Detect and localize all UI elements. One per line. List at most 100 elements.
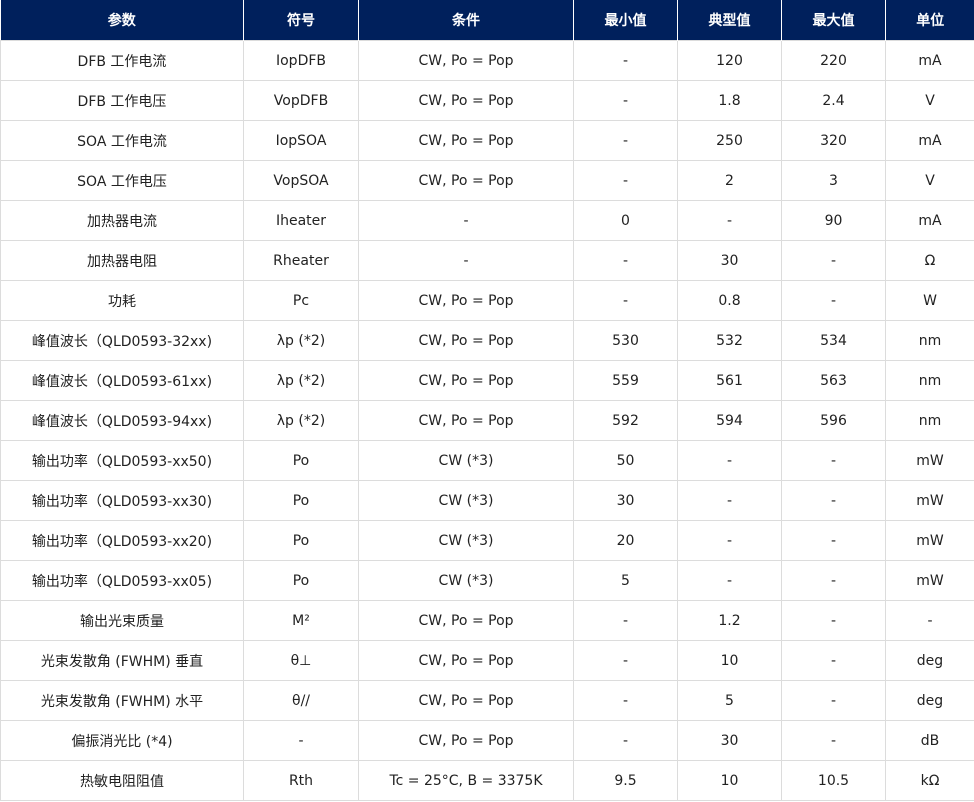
cell-condition: CW, Po = Pop [358,120,574,161]
cell-symbol: θ⊥ [243,640,359,681]
cell-max: - [781,640,886,681]
cell-max: - [781,520,886,561]
cell-max: 320 [781,120,886,161]
cell-parameter: SOA 工作电流 [0,120,244,161]
cell-min: - [573,280,678,321]
cell-condition: CW (*3) [358,560,574,601]
cell-symbol: λp (*2) [243,400,359,441]
cell-unit: mW [885,520,974,561]
cell-unit: Ω [885,240,974,281]
cell-typ: 594 [677,400,782,441]
cell-typ: - [677,480,782,521]
cell-typ: 250 [677,120,782,161]
table-row: 偏振消光比 (*4) - CW, Po = Pop -30- dB [0,720,974,761]
table-row: 光束发散角 (FWHM) 水平 θ//CW, Po = Pop -5- deg [0,680,974,721]
column-header-typ: 典型值 [677,0,782,41]
cell-min: - [573,80,678,121]
table-row: 输出光束质量 M² CW, Po = Pop -1.2- - [0,600,974,641]
cell-min: - [573,680,678,721]
cell-min: - [573,40,678,81]
table-body: DFB 工作电流 IopDFB CW, Po = Pop -120 220 mA DFB 工… [0,40,974,801]
cell-unit: mW [885,440,974,481]
table-row: SOA 工作电压 VopSOA CW, Po = Pop -2 3 V [0,160,974,201]
cell-unit: - [885,600,974,641]
cell-max: - [781,680,886,721]
cell-typ: 561 [677,360,782,401]
table-header-row: 参数 符号 条件 最小值 典型值 最大值 单位 [0,0,974,41]
cell-symbol: - [243,720,359,761]
cell-min: 592 [573,400,678,441]
cell-min: - [573,640,678,681]
column-header-min: 最小值 [573,0,678,41]
cell-condition: CW, Po = Pop [358,360,574,401]
cell-min: 50 [573,440,678,481]
cell-symbol: VopSOA [243,160,359,201]
table-row: 功耗 Pc CW, Po = Pop -0.8- W [0,280,974,321]
cell-condition: CW, Po = Pop [358,40,574,81]
cell-symbol: Po [243,440,359,481]
cell-typ: 120 [677,40,782,81]
cell-typ: 10 [677,640,782,681]
table-row: 输出功率（QLD0593-xx30) Po CW (*3) 30- - mW [0,480,974,521]
table-row: 输出功率（QLD0593-xx50) Po CW (*3) 50- - mW [0,440,974,481]
table-row: 输出功率（QLD0593-xx05) Po CW (*3) 5- - mW [0,560,974,601]
cell-condition: Tc = 25°C, B = 3375K [358,760,574,801]
cell-symbol: λp (*2) [243,360,359,401]
column-header-condition: 条件 [358,0,574,41]
spec-table: 参数 符号 条件 最小值 典型值 最大值 单位 DFB 工作电流 IopDFB CW, Po =… [0,0,974,801]
cell-symbol: IopDFB [243,40,359,81]
cell-min: 559 [573,360,678,401]
table-row: 热敏电阻阻值 Rth Tc = 25°C, B = 3375K 9.5 10 10.5 kΩ [0,760,974,801]
cell-parameter: 输出功率（QLD0593-xx50) [0,440,244,481]
cell-min: 20 [573,520,678,561]
cell-unit: nm [885,400,974,441]
cell-condition: - [358,240,574,281]
table-row: 输出功率（QLD0593-xx20) Po CW (*3) 20- - mW [0,520,974,561]
cell-typ: 10 [677,760,782,801]
cell-parameter: 输出功率（QLD0593-xx20) [0,520,244,561]
cell-min: 30 [573,480,678,521]
cell-condition: CW, Po = Pop [358,600,574,641]
cell-parameter: 加热器电阻 [0,240,244,281]
cell-max: 563 [781,360,886,401]
cell-typ: 0.8 [677,280,782,321]
cell-unit: V [885,80,974,121]
cell-symbol: Pc [243,280,359,321]
cell-max: - [781,240,886,281]
cell-typ: 30 [677,240,782,281]
cell-parameter: 峰值波长（QLD0593-61xx) [0,360,244,401]
cell-min: 0 [573,200,678,241]
cell-symbol: M² [243,600,359,641]
column-header-unit: 单位 [885,0,974,41]
cell-max: - [781,600,886,641]
column-header-max: 最大值 [781,0,886,41]
table-row: DFB 工作电压 VopDFB CW, Po = Pop -1.8 2.4 V [0,80,974,121]
cell-condition: CW, Po = Pop [358,680,574,721]
cell-unit: deg [885,640,974,681]
cell-unit: mA [885,40,974,81]
table-row: 峰值波长（QLD0593-94xx) λp (*2) CW, Po = Pop 592… [0,400,974,441]
cell-symbol: θ// [243,680,359,721]
column-header-parameter: 参数 [0,0,244,41]
cell-max: 220 [781,40,886,81]
cell-min: 9.5 [573,760,678,801]
cell-min: - [573,600,678,641]
cell-typ: - [677,520,782,561]
cell-parameter: 光束发散角 (FWHM) 垂直 [0,640,244,681]
cell-max: 596 [781,400,886,441]
cell-condition: CW, Po = Pop [358,320,574,361]
cell-max: - [781,440,886,481]
cell-parameter: 加热器电流 [0,200,244,241]
cell-min: - [573,720,678,761]
cell-condition: CW (*3) [358,480,574,521]
table-row: 峰值波长（QLD0593-61xx) λp (*2) CW, Po = Pop 559… [0,360,974,401]
cell-parameter: 峰值波长（QLD0593-32xx) [0,320,244,361]
cell-condition: CW, Po = Pop [358,400,574,441]
cell-max: - [781,280,886,321]
cell-min: - [573,240,678,281]
cell-unit: mA [885,120,974,161]
cell-typ: 2 [677,160,782,201]
cell-parameter: 光束发散角 (FWHM) 水平 [0,680,244,721]
cell-symbol: Iheater [243,200,359,241]
cell-symbol: Po [243,520,359,561]
